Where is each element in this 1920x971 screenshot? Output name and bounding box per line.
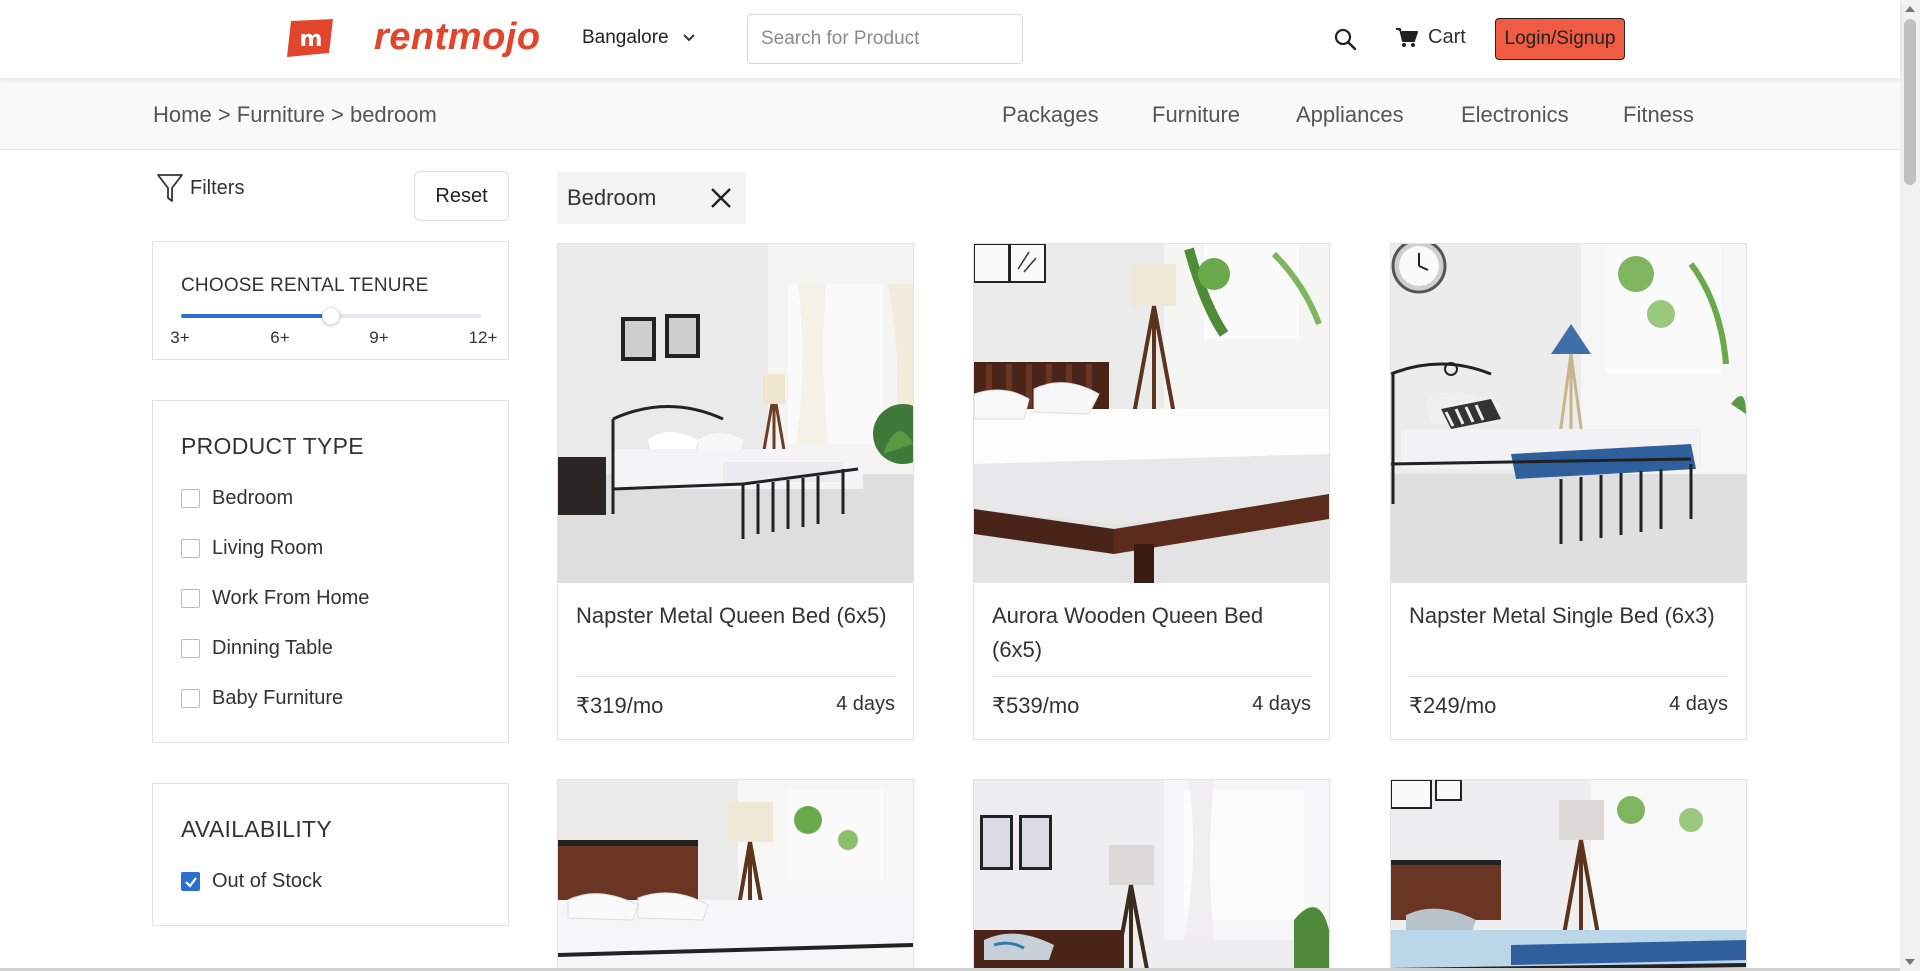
product-title[interactable]: Napster Metal Queen Bed (6x5) (576, 599, 896, 633)
filter-option-bedroom[interactable]: Bedroom (181, 487, 293, 510)
breadcrumb-home[interactable]: Home (153, 102, 212, 127)
product-image (558, 780, 913, 971)
filter-funnel-icon (157, 174, 183, 202)
svg-text:m: m (300, 27, 323, 52)
brand-name[interactable]: rentmojo (374, 16, 541, 59)
nav-appliances[interactable]: Appliances (1296, 102, 1404, 128)
product-title[interactable]: Napster Metal Single Bed (6x3) (1409, 599, 1729, 633)
scrollbar-thumb[interactable] (1904, 19, 1916, 185)
chevron-down-icon (682, 34, 695, 42)
rental-tenure-panel: CHOOSE RENTAL TENURE 3+ 6+ 9+ 12+ (152, 241, 509, 360)
option-label: Dinning Table (212, 637, 333, 659)
scroll-up-icon[interactable] (1905, 5, 1915, 13)
product-price: ₹539/mo (992, 693, 1080, 718)
filter-option-dinning-table[interactable]: Dinning Table (181, 637, 333, 660)
tenure-slider-track[interactable] (181, 307, 481, 325)
delivery-time: 4 days (1669, 693, 1728, 715)
product-title[interactable]: Aurora Wooden Queen Bed (6x5) (992, 599, 1312, 667)
product-image (558, 244, 913, 583)
breadcrumb-separator: > (217, 102, 231, 127)
checkbox[interactable] (181, 639, 200, 658)
product-image (1391, 244, 1746, 583)
card-divider (992, 676, 1311, 677)
tenure-tick-label[interactable]: 12+ (469, 328, 498, 348)
product-price: ₹319/mo (576, 693, 664, 718)
product-card[interactable] (1390, 779, 1747, 971)
checkbox[interactable] (181, 539, 200, 558)
product-type-title: PRODUCT TYPE (181, 433, 364, 459)
nav-fitness[interactable]: Fitness (1623, 102, 1694, 128)
filter-option-living-room[interactable]: Living Room (181, 537, 323, 560)
cart-icon (1396, 27, 1418, 47)
option-label: Living Room (212, 537, 324, 559)
top-header: m rentmojo Bangalore Cart Login/Signup (0, 0, 1900, 78)
rental-tenure-title: CHOOSE RENTAL TENURE (181, 275, 429, 296)
breadcrumb: Home > Furniture > bedroom (153, 102, 437, 128)
product-card[interactable]: Aurora Wooden Queen Bed (6x5) ₹539/mo 4 … (973, 243, 1330, 740)
checkbox-checked[interactable] (181, 872, 200, 891)
login-signup-button[interactable]: Login/Signup (1495, 18, 1625, 60)
breadcrumb-separator: > (330, 102, 344, 127)
delivery-time: 4 days (836, 693, 895, 715)
product-image (974, 780, 1329, 971)
availability-panel: AVAILABILITY Out of Stock (152, 783, 509, 926)
product-card[interactable]: Napster Metal Queen Bed (6x5) ₹319/mo 4 … (557, 243, 914, 740)
availability-title: AVAILABILITY (181, 816, 333, 842)
checkbox[interactable] (181, 589, 200, 608)
card-divider (576, 676, 895, 677)
active-filter-chip: Bedroom (557, 172, 746, 224)
nav-furniture[interactable]: Furniture (1152, 102, 1240, 128)
tenure-tick-label[interactable]: 9+ (369, 328, 388, 348)
active-filter-label: Bedroom (567, 185, 657, 210)
search-input[interactable] (747, 14, 1023, 64)
sub-navigation-bar: Home > Furniture > bedroom Packages Furn… (0, 78, 1900, 150)
checkmark-icon (184, 876, 197, 888)
checkbox[interactable] (181, 689, 200, 708)
tenure-slider-handle[interactable] (322, 307, 340, 325)
nav-electronics[interactable]: Electronics (1461, 102, 1569, 128)
tenure-tick-label[interactable]: 6+ (270, 328, 289, 348)
product-image (1391, 780, 1746, 971)
delivery-time: 4 days (1252, 693, 1311, 715)
city-selector[interactable]: Bangalore (582, 27, 695, 49)
cart-button[interactable]: Cart (1396, 26, 1466, 49)
option-label: Bedroom (212, 487, 294, 509)
filter-option-baby-furniture[interactable]: Baby Furniture (181, 687, 343, 710)
breadcrumb-furniture[interactable]: Furniture (237, 102, 325, 127)
product-price: ₹249/mo (1409, 693, 1497, 718)
filters-heading: Filters (156, 172, 244, 204)
reset-button[interactable]: Reset (414, 171, 509, 221)
option-label: Baby Furniture (212, 687, 344, 709)
rentmojo-logo-icon[interactable]: m (287, 19, 335, 57)
cart-label: Cart (1428, 26, 1466, 48)
option-label: Work From Home (212, 587, 370, 609)
nav-packages[interactable]: Packages (1002, 102, 1099, 128)
search-icon[interactable] (1333, 27, 1357, 51)
product-image (974, 244, 1329, 583)
scroll-down-icon[interactable] (1905, 958, 1915, 966)
product-type-panel: PRODUCT TYPE Bedroom Living Room Work Fr… (152, 400, 509, 743)
product-card[interactable]: Napster Metal Single Bed (6x3) ₹249/mo 4… (1390, 243, 1747, 740)
tenure-slider-fill (181, 314, 331, 318)
option-label: Out of Stock (212, 870, 323, 892)
city-label: Bangalore (582, 27, 669, 48)
card-divider (1409, 676, 1728, 677)
vertical-scrollbar[interactable] (1900, 0, 1920, 971)
close-icon[interactable] (709, 186, 733, 210)
filter-option-out-of-stock[interactable]: Out of Stock (181, 870, 322, 893)
product-card[interactable] (557, 779, 914, 971)
filters-label: Filters (190, 176, 245, 199)
breadcrumb-current: bedroom (349, 102, 437, 127)
product-card[interactable] (973, 779, 1330, 971)
filter-option-work-from-home[interactable]: Work From Home (181, 587, 369, 610)
tenure-tick-label[interactable]: 3+ (170, 328, 189, 348)
checkbox[interactable] (181, 489, 200, 508)
